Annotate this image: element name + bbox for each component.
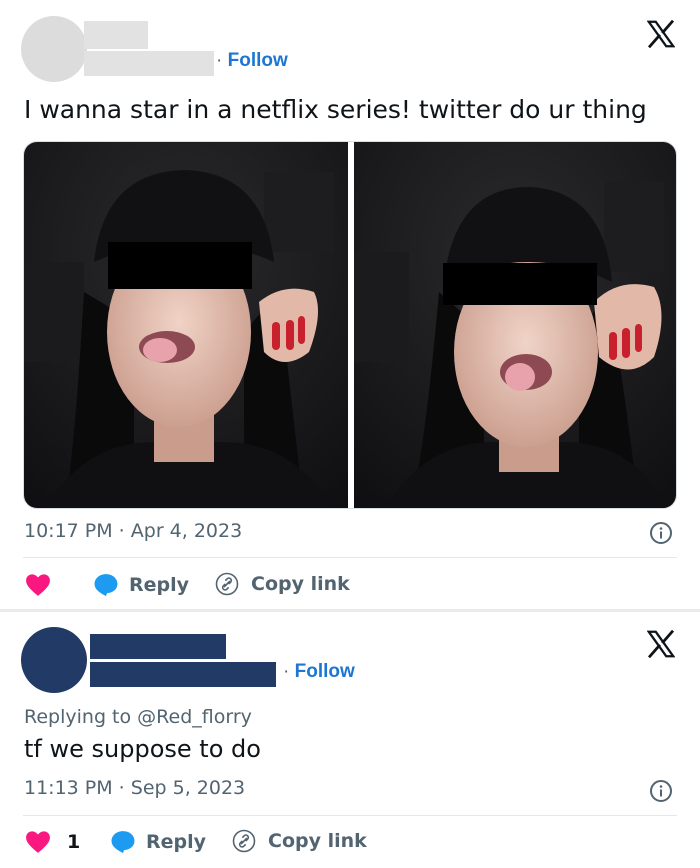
reply-button[interactable]: Reply [110, 829, 206, 854]
follow-label: Follow [227, 50, 288, 71]
follow-button[interactable]: · Follow [216, 50, 288, 72]
divider [23, 815, 677, 816]
copy-link-button[interactable]: Copy link [232, 829, 367, 853]
replying-to[interactable]: Replying to @Red_florry [24, 706, 252, 728]
photo-right-image [354, 142, 676, 508]
reply-bubble-icon [94, 574, 118, 596]
copy-link-button[interactable]: Copy link [215, 572, 350, 596]
avatar[interactable] [21, 16, 87, 82]
info-icon[interactable] [649, 779, 673, 803]
photo-right[interactable] [354, 142, 676, 508]
redacted-username [84, 51, 214, 76]
copy-link-label: Copy link [268, 830, 367, 852]
like-count: 1 [67, 831, 81, 853]
follow-label: Follow [294, 661, 355, 682]
reply-button[interactable]: Reply [93, 572, 189, 597]
tweet-text: I wanna star in a netflix series! twitte… [24, 95, 647, 124]
like-button[interactable] [25, 573, 51, 597]
divider [23, 557, 677, 558]
reply-bubble-icon [111, 831, 135, 853]
info-icon[interactable] [649, 521, 673, 545]
reply-label: Reply [146, 830, 207, 853]
x-logo-icon[interactable] [647, 20, 675, 48]
reply-label: Reply [129, 573, 190, 596]
media-grid[interactable] [23, 141, 677, 509]
tweet-card-original: · Follow I wanna star in a netflix serie… [0, 0, 700, 610]
tweet-text: tf we suppose to do [24, 735, 261, 763]
link-icon [215, 572, 239, 596]
photo-left-image [24, 142, 348, 508]
timestamp[interactable]: 11:13 PM · Sep 5, 2023 [24, 777, 245, 799]
redacted-display-name [84, 21, 148, 49]
copy-link-label: Copy link [251, 573, 350, 595]
follow-separator: · [216, 50, 223, 71]
heart-icon [26, 831, 50, 853]
redacted-username [90, 662, 276, 687]
follow-separator: · [283, 661, 290, 682]
follow-button[interactable]: · Follow [283, 661, 355, 683]
like-button[interactable]: 1 [25, 830, 80, 854]
heart-icon [26, 574, 50, 596]
link-icon [232, 829, 256, 853]
x-logo-icon[interactable] [647, 630, 675, 658]
redacted-display-name [90, 634, 226, 659]
photo-left[interactable] [24, 142, 348, 508]
timestamp[interactable]: 10:17 PM · Apr 4, 2023 [24, 520, 242, 542]
avatar[interactable] [21, 627, 87, 693]
